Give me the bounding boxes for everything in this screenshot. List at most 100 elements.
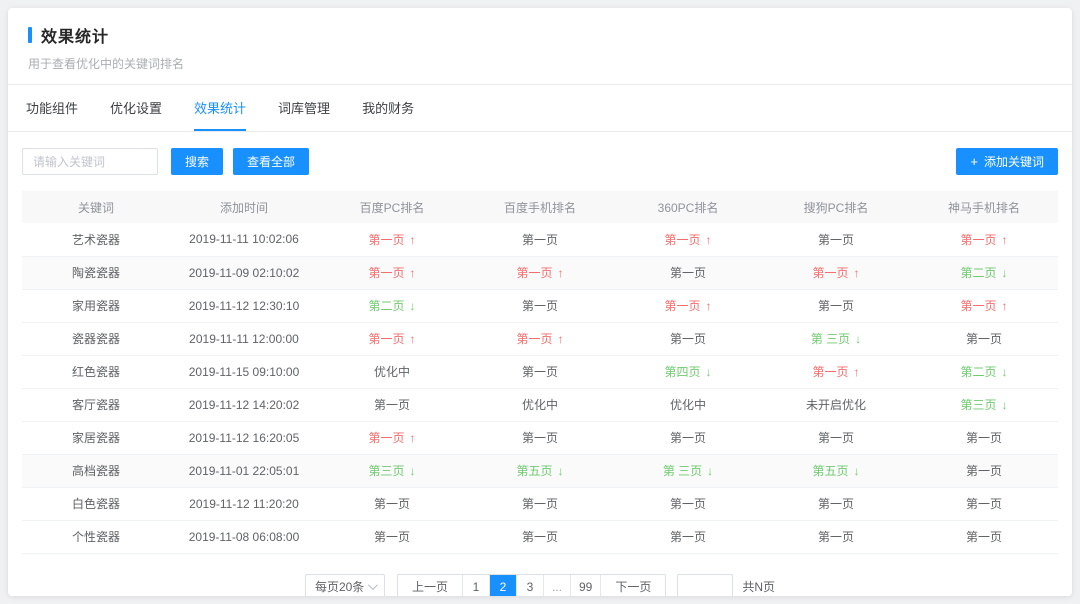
tab-词库管理[interactable]: 词库管理 — [278, 85, 330, 131]
plus-icon: + — [970, 154, 978, 169]
up-arrow-icon: ↑ — [410, 431, 416, 445]
rank-text: 第一页 — [966, 332, 1002, 346]
rank-cell: 第一页 — [614, 256, 762, 289]
tab-效果统计[interactable]: 效果统计 — [194, 85, 246, 131]
keyword-cell: 白色瓷器 — [22, 487, 170, 520]
keyword-cell: 陶瓷瓷器 — [22, 256, 170, 289]
page-size-select[interactable]: 每页20条 — [305, 574, 385, 597]
added-time-cell: 2019-11-01 22:05:01 — [170, 454, 318, 487]
up-arrow-icon: ↑ — [558, 266, 564, 280]
page-subtitle: 用于查看优化中的关键词排名 — [28, 55, 1052, 72]
rank-text: 第四页 — [664, 365, 700, 379]
page-number-button[interactable]: 1 — [462, 575, 489, 597]
rank-cell: 第一页 — [614, 487, 762, 520]
column-header: 搜狗PC排名 — [762, 191, 910, 223]
rank-cell: 第一页↑ — [910, 289, 1058, 322]
rank-text: 第一页 — [670, 497, 706, 511]
rank-cell: 第一页 — [466, 289, 614, 322]
page-number-button[interactable]: 2 — [489, 575, 516, 597]
rank-cell: 未开启优化 — [762, 388, 910, 421]
rank-cell: 第五页↓ — [762, 454, 910, 487]
rank-text: 第 三页 — [811, 332, 850, 346]
page-size-label: 每页20条 — [315, 578, 364, 595]
rank-cell: 第一页 — [910, 487, 1058, 520]
down-arrow-icon: ↓ — [706, 365, 712, 379]
page-buttons-group: 上一页123...99下一页 — [397, 574, 666, 597]
rank-text: 第一页 — [522, 497, 558, 511]
rank-text: 优化中 — [374, 365, 410, 379]
rank-text: 第一页 — [670, 266, 706, 280]
added-time-cell: 2019-11-12 14:20:02 — [170, 388, 318, 421]
rank-text: 第一页 — [522, 365, 558, 379]
table-row: 客厅瓷器2019-11-12 14:20:02第一页优化中优化中未开启优化第三页… — [22, 388, 1058, 421]
added-time-cell: 2019-11-08 06:08:00 — [170, 520, 318, 553]
rank-text: 第一页 — [368, 332, 404, 346]
table-row: 红色瓷器2019-11-15 09:10:00优化中第一页第四页↓第一页↑第二页… — [22, 355, 1058, 388]
rank-cell: 第三页↓ — [318, 454, 466, 487]
main-panel: 效果统计 用于查看优化中的关键词排名 功能组件优化设置效果统计词库管理我的财务 … — [8, 8, 1072, 596]
tab-优化设置[interactable]: 优化设置 — [110, 85, 162, 131]
rank-text: 第一页 — [966, 464, 1002, 478]
rank-cell: 第一页 — [318, 388, 466, 421]
rank-text: 第一页 — [664, 233, 700, 247]
rank-cell: 第一页↑ — [910, 223, 1058, 256]
rank-cell: 优化中 — [466, 388, 614, 421]
search-input[interactable] — [22, 148, 158, 175]
table-row: 瓷器瓷器2019-11-11 12:00:00第一页↑第一页↑第一页第 三页↓第… — [22, 322, 1058, 355]
down-arrow-icon: ↓ — [1002, 266, 1008, 280]
rank-text: 第一页 — [966, 497, 1002, 511]
keyword-cell: 艺术瓷器 — [22, 223, 170, 256]
keywords-table: 关键词添加时间百度PC排名百度手机排名360PC排名搜狗PC排名神马手机排名 艺… — [22, 191, 1058, 554]
keyword-cell: 瓷器瓷器 — [22, 322, 170, 355]
rank-text: 第二页 — [960, 365, 996, 379]
tab-功能组件[interactable]: 功能组件 — [26, 85, 78, 131]
add-keyword-label: 添加关键词 — [984, 155, 1044, 169]
down-arrow-icon: ↓ — [558, 464, 564, 478]
rank-text: 第一页 — [522, 299, 558, 313]
rank-text: 优化中 — [670, 398, 706, 412]
prev-page-button[interactable]: 上一页 — [398, 575, 462, 597]
rank-cell: 第三页↓ — [910, 388, 1058, 421]
rank-text: 第一页 — [818, 299, 854, 313]
rank-cell: 第一页↑ — [466, 256, 614, 289]
rank-text: 第 三页 — [663, 464, 702, 478]
rank-cell: 第一页 — [762, 223, 910, 256]
toolbar: 搜索 查看全部 + 添加关键词 — [8, 132, 1072, 189]
rank-cell: 第一页 — [762, 520, 910, 553]
rank-cell: 第一页↑ — [466, 322, 614, 355]
up-arrow-icon: ↑ — [410, 266, 416, 280]
view-all-button[interactable]: 查看全部 — [233, 148, 309, 175]
add-keyword-button[interactable]: + 添加关键词 — [956, 148, 1058, 175]
rank-cell: 第二页↓ — [910, 355, 1058, 388]
up-arrow-icon: ↑ — [410, 332, 416, 346]
down-arrow-icon: ↓ — [855, 332, 861, 346]
rank-text: 第二页 — [960, 266, 996, 280]
rank-cell: 第一页 — [614, 421, 762, 454]
rank-text: 第一页 — [670, 530, 706, 544]
rank-cell: 第一页↑ — [614, 223, 762, 256]
table-body: 艺术瓷器2019-11-11 10:02:06第一页↑第一页第一页↑第一页第一页… — [22, 223, 1058, 553]
rank-cell: 优化中 — [318, 355, 466, 388]
rank-text: 第五页 — [812, 464, 848, 478]
rank-text: 第三页 — [960, 398, 996, 412]
rank-text: 第一页 — [374, 398, 410, 412]
rank-cell: 第一页↑ — [318, 256, 466, 289]
rank-cell: 第一页 — [910, 454, 1058, 487]
page-number-button[interactable]: 99 — [570, 575, 600, 597]
rank-text: 第一页 — [368, 431, 404, 445]
page-jump-input[interactable] — [677, 574, 733, 597]
page-title: 效果统计 — [41, 23, 109, 47]
rank-text: 第三页 — [368, 464, 404, 478]
next-page-button[interactable]: 下一页 — [600, 575, 665, 597]
rank-cell: 第一页 — [614, 520, 762, 553]
keyword-cell: 红色瓷器 — [22, 355, 170, 388]
table-row: 家用瓷器2019-11-12 12:30:10第二页↓第一页第一页↑第一页第一页… — [22, 289, 1058, 322]
page-number-button[interactable]: 3 — [516, 575, 543, 597]
added-time-cell: 2019-11-12 12:30:10 — [170, 289, 318, 322]
table-row: 陶瓷瓷器2019-11-09 02:10:02第一页↑第一页↑第一页第一页↑第二… — [22, 256, 1058, 289]
tab-我的财务[interactable]: 我的财务 — [362, 85, 414, 131]
search-button[interactable]: 搜索 — [171, 148, 223, 175]
rank-cell: 第一页 — [910, 520, 1058, 553]
rank-cell: 第一页 — [910, 421, 1058, 454]
keyword-cell: 客厅瓷器 — [22, 388, 170, 421]
